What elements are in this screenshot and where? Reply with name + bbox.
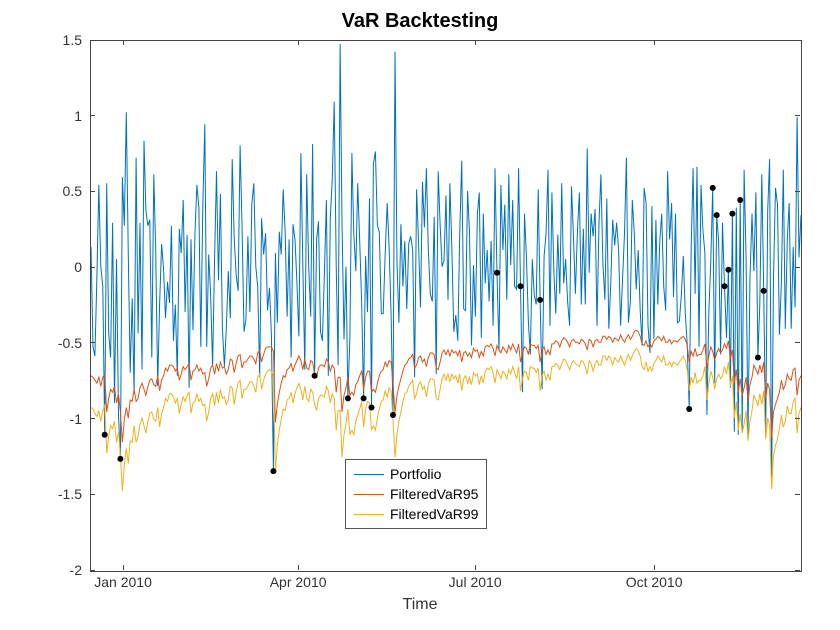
violation-dot — [312, 373, 318, 379]
violation-dot — [714, 212, 720, 218]
violation-dot — [722, 283, 728, 289]
x-tick — [475, 565, 476, 570]
x-tick — [654, 40, 655, 45]
y-tick-label: 1.5 — [22, 32, 82, 48]
violation-dot — [102, 432, 108, 438]
violation-dot — [494, 270, 500, 276]
x-tick-label: Jan 2010 — [94, 574, 152, 590]
y-tick — [90, 267, 95, 268]
violation-dot — [345, 395, 351, 401]
legend-label: FilteredVaR95 — [390, 486, 478, 502]
x-tick — [298, 565, 299, 570]
legend-box: Portfolio FilteredVaR95 FilteredVaR99 — [345, 459, 487, 529]
chart-title: VaR Backtesting — [0, 10, 840, 33]
x-tick — [123, 565, 124, 570]
legend-swatch-var99 — [354, 514, 384, 515]
violation-dot — [710, 185, 716, 191]
series-line-0 — [91, 44, 801, 486]
y-tick-label: 1 — [22, 108, 82, 124]
x-tick-label: Jul 2010 — [449, 574, 502, 590]
violation-dot — [361, 395, 367, 401]
violation-dot — [761, 288, 767, 294]
y-tick — [90, 570, 95, 571]
y-tick — [90, 342, 95, 343]
violation-dot — [737, 197, 743, 203]
legend-entry-var99: FilteredVaR99 — [354, 504, 478, 524]
chart-container: VaR Backtesting Time Portfolio FilteredV… — [0, 0, 840, 630]
legend-label: FilteredVaR99 — [390, 506, 478, 522]
y-tick — [90, 40, 95, 41]
violation-dot — [390, 412, 396, 418]
violation-dot — [729, 211, 735, 217]
violation-dot — [686, 406, 692, 412]
y-tick — [795, 267, 800, 268]
x-axis-label: Time — [0, 596, 840, 614]
y-tick — [795, 115, 800, 116]
violation-dot — [755, 355, 761, 361]
legend-entry-var95: FilteredVaR95 — [354, 484, 478, 504]
y-tick — [795, 494, 800, 495]
y-tick — [90, 191, 95, 192]
legend-swatch-portfolio — [354, 474, 384, 475]
x-tick — [654, 565, 655, 570]
y-tick-label: -2 — [22, 562, 82, 578]
x-tick — [123, 40, 124, 45]
y-tick — [795, 191, 800, 192]
y-tick — [795, 342, 800, 343]
y-tick-label: -0.5 — [22, 335, 82, 351]
y-tick-label: -1 — [22, 411, 82, 427]
x-tick — [475, 40, 476, 45]
y-tick-label: 0 — [22, 259, 82, 275]
legend-entry-portfolio: Portfolio — [354, 464, 478, 484]
x-tick-label: Oct 2010 — [626, 574, 683, 590]
y-tick-label: 0.5 — [22, 183, 82, 199]
y-tick — [795, 570, 800, 571]
x-tick-label: Apr 2010 — [270, 574, 327, 590]
y-tick — [90, 418, 95, 419]
x-tick — [298, 40, 299, 45]
y-tick — [795, 418, 800, 419]
y-tick — [90, 115, 95, 116]
violation-dot — [369, 405, 375, 411]
legend-label: Portfolio — [390, 466, 441, 482]
y-tick — [90, 494, 95, 495]
y-tick — [795, 40, 800, 41]
violation-dot — [270, 468, 276, 474]
violation-dot — [117, 456, 123, 462]
violation-dot — [537, 297, 543, 303]
legend-swatch-var95 — [354, 494, 384, 495]
violation-dot — [518, 283, 524, 289]
series-line-1 — [91, 330, 801, 442]
y-tick-label: -1.5 — [22, 486, 82, 502]
violation-dot — [725, 267, 731, 273]
